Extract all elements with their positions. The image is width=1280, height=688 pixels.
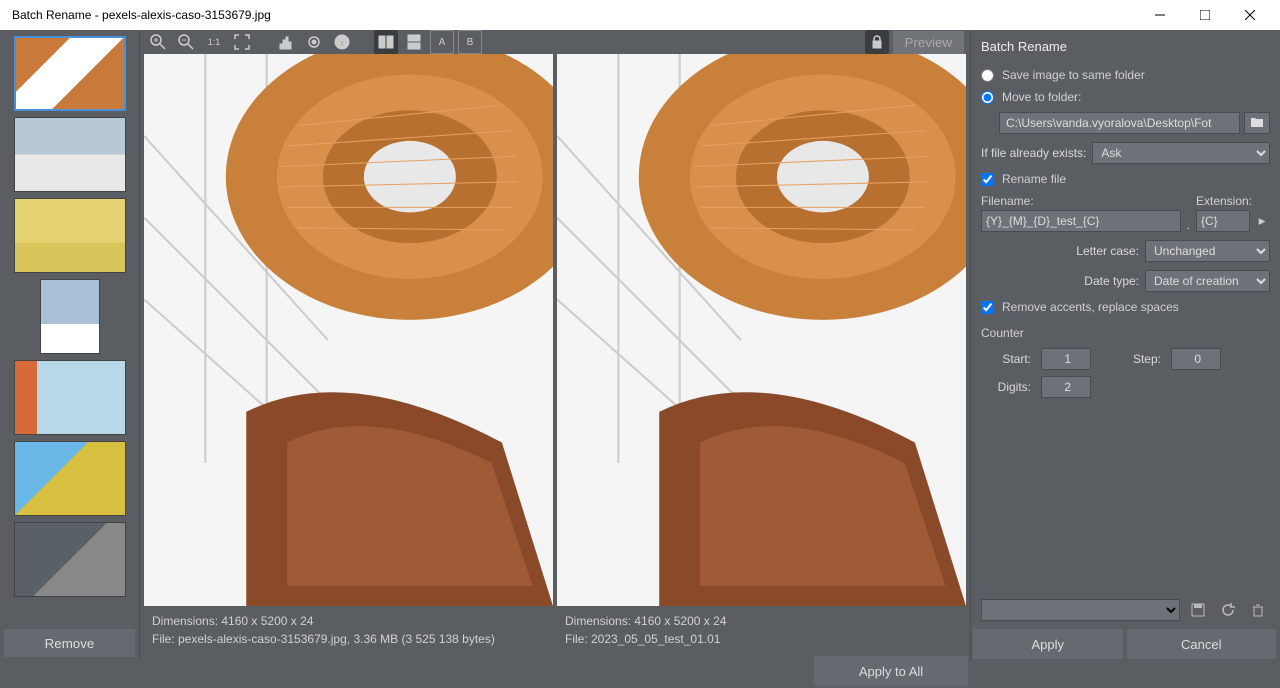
- thumbnail-item[interactable]: [14, 360, 126, 435]
- file-text: File: pexels-alexis-caso-3153679.jpg, 3.…: [152, 630, 545, 648]
- remove-button[interactable]: Remove: [4, 629, 135, 657]
- lock-icon[interactable]: [865, 30, 889, 54]
- delete-preset-icon[interactable]: [1246, 599, 1270, 621]
- save-same-folder-radio[interactable]: Save image to same folder: [981, 68, 1270, 82]
- date-type-label: Date type:: [1084, 274, 1139, 288]
- thumbnail-item[interactable]: [14, 522, 126, 597]
- remove-accents-label: Remove accents, replace spaces: [1002, 300, 1179, 314]
- folder-path-input[interactable]: [999, 112, 1240, 134]
- rename-file-check[interactable]: Rename file: [981, 172, 1270, 186]
- move-to-folder-input[interactable]: [981, 91, 994, 104]
- if-exists-select[interactable]: Ask: [1092, 142, 1270, 164]
- thumbnail-item[interactable]: [40, 279, 100, 354]
- save-same-folder-input[interactable]: [981, 69, 994, 82]
- thumbnails-sidebar: Remove: [0, 30, 140, 661]
- start-label: Start:: [981, 352, 1031, 366]
- preview-image-before[interactable]: [144, 54, 553, 606]
- preview-area: Dimensions: 4160 x 5200 x 24 File: pexel…: [140, 54, 970, 654]
- thumbnail-item[interactable]: [14, 441, 126, 516]
- start-input[interactable]: [1041, 348, 1091, 370]
- reset-icon[interactable]: [1216, 599, 1240, 621]
- remove-accents-check[interactable]: Remove accents, replace spaces: [981, 300, 1270, 314]
- extension-label: Extension:: [1196, 194, 1250, 208]
- save-same-folder-label: Save image to same folder: [1002, 68, 1145, 82]
- save-preset-icon[interactable]: [1186, 599, 1210, 621]
- preview-toolbar: 1:1 i A B Preview: [140, 30, 970, 54]
- browse-folder-button[interactable]: [1244, 112, 1270, 134]
- step-input[interactable]: [1171, 348, 1221, 370]
- view-a-icon[interactable]: A: [430, 30, 454, 54]
- preview-image-after[interactable]: [557, 54, 966, 606]
- insert-variable-button[interactable]: ▸: [1254, 210, 1270, 232]
- move-to-folder-radio[interactable]: Move to folder:: [981, 90, 1270, 104]
- preview-button: Preview: [893, 31, 964, 54]
- thumbnails-list[interactable]: [0, 30, 139, 625]
- preview-info-before: Dimensions: 4160 x 5200 x 24 File: pexel…: [144, 606, 553, 654]
- info-icon[interactable]: i: [330, 30, 354, 54]
- letter-case-label: Letter case:: [1076, 244, 1139, 258]
- svg-text:i: i: [341, 38, 344, 49]
- split-horizontal-icon[interactable]: [402, 30, 426, 54]
- zoom-out-icon[interactable]: [174, 30, 198, 54]
- thumbnail-item[interactable]: [14, 117, 126, 192]
- thumbnail-item[interactable]: [14, 198, 126, 273]
- center-column: 1:1 i A B Preview: [140, 30, 970, 661]
- settings-panel: Batch Rename Save image to same folder M…: [970, 30, 1280, 661]
- histogram-icon[interactable]: [274, 30, 298, 54]
- counter-title: Counter: [981, 326, 1270, 340]
- digits-label: Digits:: [981, 380, 1031, 394]
- file-text: File: 2023_05_05_test_01.01: [565, 630, 958, 648]
- rename-file-label: Rename file: [1002, 172, 1066, 186]
- filename-input[interactable]: [981, 210, 1181, 232]
- dot-separator: .: [1185, 218, 1192, 232]
- minimize-button[interactable]: [1137, 0, 1182, 30]
- preview-after: Dimensions: 4160 x 5200 x 24 File: 2023_…: [557, 54, 966, 654]
- close-button[interactable]: [1227, 0, 1272, 30]
- thumbnail-item[interactable]: [14, 36, 126, 111]
- move-to-folder-label: Move to folder:: [1002, 90, 1081, 104]
- dimensions-text: Dimensions: 4160 x 5200 x 24: [152, 612, 545, 630]
- cancel-button[interactable]: Cancel: [1127, 629, 1277, 659]
- preview-before: Dimensions: 4160 x 5200 x 24 File: pexel…: [144, 54, 553, 654]
- titlebar: Batch Rename - pexels-alexis-caso-315367…: [0, 0, 1280, 30]
- if-exists-label: If file already exists:: [981, 146, 1086, 160]
- exposure-icon[interactable]: [302, 30, 326, 54]
- action-buttons: Apply to All: [140, 654, 970, 688]
- panel-footer: [971, 593, 1280, 627]
- preview-info-after: Dimensions: 4160 x 5200 x 24 File: 2023_…: [557, 606, 966, 654]
- rename-file-checkbox[interactable]: [981, 173, 994, 186]
- step-label: Step:: [1111, 352, 1161, 366]
- zoom-in-icon[interactable]: [146, 30, 170, 54]
- split-vertical-icon[interactable]: [374, 30, 398, 54]
- fit-screen-icon[interactable]: [230, 30, 254, 54]
- window-title: Batch Rename - pexels-alexis-caso-315367…: [8, 8, 1137, 22]
- view-b-icon[interactable]: B: [458, 30, 482, 54]
- maximize-button[interactable]: [1182, 0, 1227, 30]
- dimensions-text: Dimensions: 4160 x 5200 x 24: [565, 612, 958, 630]
- remove-accents-checkbox[interactable]: [981, 301, 994, 314]
- preset-select[interactable]: [981, 599, 1180, 621]
- panel-title: Batch Rename: [971, 30, 1280, 62]
- apply-button[interactable]: Apply: [973, 629, 1123, 659]
- zoom-1to1-icon[interactable]: 1:1: [202, 30, 226, 54]
- extension-input[interactable]: [1196, 210, 1250, 232]
- filename-label: Filename:: [981, 194, 1181, 208]
- digits-input[interactable]: [1041, 376, 1091, 398]
- date-type-select[interactable]: Date of creation: [1145, 270, 1270, 292]
- letter-case-select[interactable]: Unchanged: [1145, 240, 1270, 262]
